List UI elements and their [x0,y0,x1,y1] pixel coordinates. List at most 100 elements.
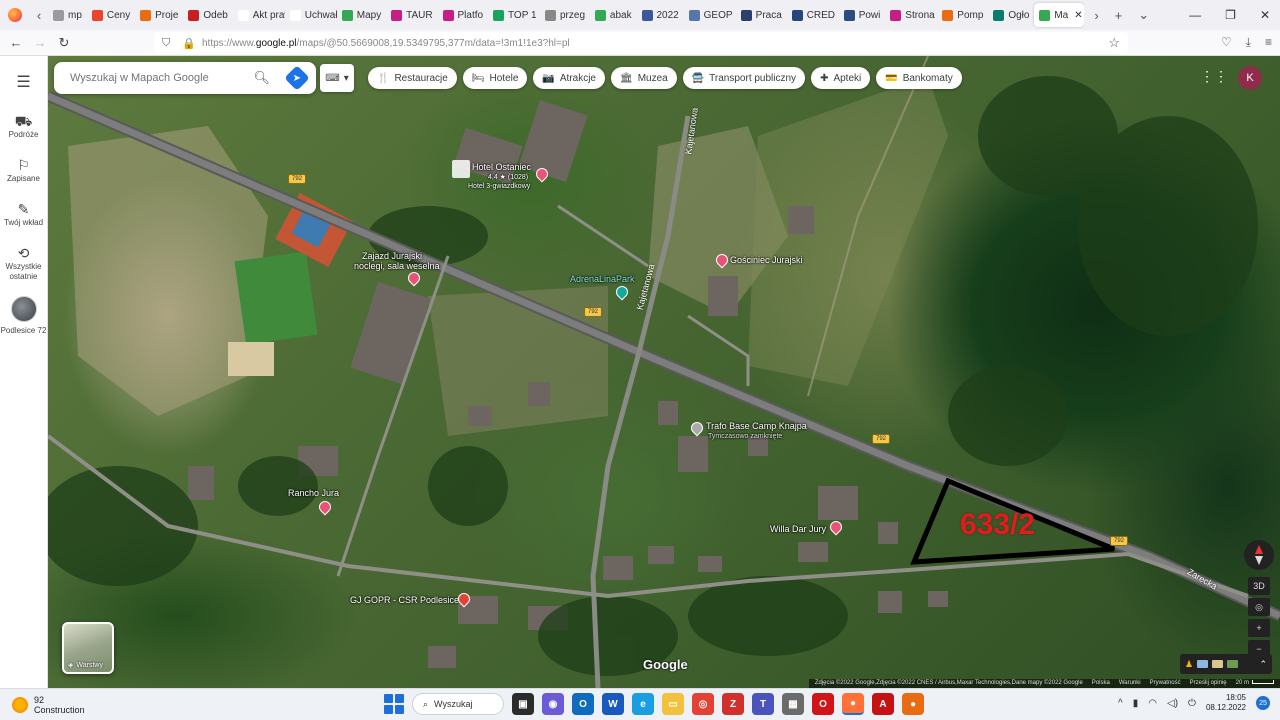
rail-item-contribute[interactable]: ✎ Twój wkład [1,202,47,228]
pegman-icon[interactable]: ♟ [1185,659,1193,670]
browser-tab[interactable]: Ceny [87,3,135,27]
url-bar[interactable]: ⛉ 🔒 https://www. google.pl/maps/@50.56690… [154,32,1128,54]
browser-tab[interactable]: Akt prawn [233,3,285,27]
teams-chat-icon[interactable]: ◉ [542,693,564,715]
new-tab-button[interactable]: + [1115,8,1123,23]
place-gosciniec-jurajski[interactable]: Gościniec Jurajski [730,255,803,265]
app-menu-icon[interactable]: ≡ [1265,35,1272,50]
zoom-in-button[interactable]: + [1248,619,1270,637]
scale-indicator[interactable]: 20 m [1236,679,1274,688]
compass-icon[interactable] [1244,540,1274,570]
bookmark-star-icon[interactable]: ☆ [1108,35,1120,51]
chip-hotele[interactable]: 🛏 Hotele [462,67,528,89]
place-hotel-ostaniec[interactable]: Hotel Ostaniec [472,162,531,172]
rail-item-car[interactable]: ⛟ Podróże [1,114,47,140]
windows-start-icon[interactable] [384,694,404,714]
pocket-icon[interactable]: ♡ [1221,35,1232,50]
outlook-icon[interactable]: O [572,693,594,715]
volume-icon[interactable]: ◁) [1167,698,1178,709]
tray-overflow-icon[interactable]: ^ [1118,698,1123,709]
place-rancho-jura[interactable]: Rancho Jura [288,488,339,498]
recent-place-podlesice[interactable]: Podlesice 72 [1,296,47,336]
browser-tab[interactable]: Proje [135,3,183,27]
layers-button[interactable]: ◈ Warstwy [62,622,114,674]
rail-item-bookmark[interactable]: ⚐ Zapisane [1,158,47,184]
minimize-window-icon[interactable]: — [1189,8,1201,22]
imagery-thumb[interactable] [1227,660,1239,668]
browser-tab[interactable]: Mapy [337,3,386,27]
browser-tab[interactable]: Uchwała [285,3,337,27]
expand-icon[interactable]: ⌃ [1259,659,1267,670]
chip-bankomaty[interactable]: 💳 Bankomaty [876,67,962,89]
battery-icon[interactable]: ▮ [1133,698,1139,709]
attribution-link[interactable]: Prywatność [1150,679,1181,688]
chip-apteki[interactable]: ✚ Apteki [811,67,871,89]
hotel-photo-thumbnail[interactable] [452,160,470,178]
teams-icon[interactable]: T [752,693,774,715]
browser-tab[interactable]: Ogło [988,3,1034,27]
restore-window-icon[interactable]: ❐ [1225,8,1236,22]
chrome-icon[interactable]: ◎ [692,693,714,715]
edge-icon[interactable]: e [632,693,654,715]
imagery-thumb[interactable] [1197,660,1209,668]
tracking-shield-icon[interactable]: ⛉ [162,37,176,50]
menu-icon[interactable]: ☰ [16,72,30,92]
imagery-strip[interactable]: ♟ ⌃ [1180,654,1272,674]
browser-tab[interactable]: GEOP [684,3,736,27]
3d-toggle-button[interactable]: 3D [1248,577,1270,595]
attribution-link[interactable]: Prześlij opinię [1190,679,1227,688]
browser-tab[interactable]: mp [48,3,87,27]
search-icon[interactable]: 🔍︎ [253,70,270,86]
chip-muzea[interactable]: 🏛 Muzea [611,67,677,89]
browser-tab[interactable]: Odeb [183,3,232,27]
browser-tab[interactable]: abak [590,3,637,27]
back-arrow-icon[interactable]: ← [4,35,28,50]
browser-tab[interactable]: Ma ✕ [1034,3,1085,27]
chip-transport-publiczny[interactable]: 🚍 Transport publiczny [682,67,806,89]
tab-scroll-right-icon[interactable]: › [1094,8,1098,23]
browser-tab[interactable]: Praca [736,3,787,27]
firefox-alt-icon[interactable]: ● [902,693,924,715]
place-willa-dar-jury[interactable]: Willa Dar Jury [770,524,826,534]
lock-icon[interactable]: 🔒 [182,37,196,50]
search-input[interactable] [70,72,240,84]
notifications-badge[interactable]: 25 [1256,696,1270,710]
list-all-tabs-icon[interactable]: ⌄ [1138,7,1149,23]
browser-tab[interactable]: 2022 [637,3,684,27]
satellite-map[interactable]: 🔍︎ ➤ ⌨▾ 🍴 Restauracje 🛏 Hotele 📷 Atrakcje 🏛 Muz… [48,56,1280,688]
reload-icon[interactable]: ↻ [52,35,76,51]
calculator-icon[interactable]: ▦ [782,693,804,715]
chip-restauracje[interactable]: 🍴 Restauracje [368,67,457,89]
browser-tab[interactable]: TOP 1 [488,3,540,27]
place-adrenalinapark[interactable]: AdrenaLinaPark [570,274,635,284]
google-apps-icon[interactable]: ⋮⋮ [1200,68,1228,85]
tab-scroll-left-icon[interactable]: ‹ [30,8,48,23]
search-box[interactable]: 🔍︎ ➤ [54,62,316,94]
wifi-icon[interactable]: ◠ [1148,698,1157,709]
chip-atrakcje[interactable]: 📷 Atrakcje [533,67,605,89]
taskbar-search[interactable]: ⌕ Wyszukaj [412,693,504,715]
filezilla-icon[interactable]: Z [722,693,744,715]
firefox-icon[interactable]: ● [842,693,864,715]
file-explorer-icon[interactable]: ▭ [662,693,684,715]
browser-tab[interactable]: Powi [839,3,886,27]
downloads-icon[interactable]: ⤓ [1246,35,1251,50]
close-window-icon[interactable]: ✕ [1260,8,1270,22]
place-trafo-base-camp[interactable]: Trafo Base Camp Knajpa [706,421,807,431]
browser-tab[interactable]: Platfo [438,3,488,27]
input-tools-button[interactable]: ⌨ ▾ [320,64,354,92]
close-tab-icon[interactable]: ✕ [1074,10,1082,21]
forward-arrow-icon[interactable]: → [28,35,52,50]
browser-tab[interactable]: Strona [885,3,937,27]
rail-item-history[interactable]: ⟲ Wszystkie ostatnie [1,246,47,282]
my-location-icon[interactable]: ◎ [1248,598,1270,616]
opera-icon[interactable]: O [812,693,834,715]
clock[interactable]: 18:05 08.12.2022 [1206,693,1246,713]
browser-tab[interactable]: przeg [540,3,590,27]
place-gopr-podlesice[interactable]: GJ GOPR - CSR Podlesice [350,595,459,605]
attribution-link[interactable]: Polska [1092,679,1110,688]
browser-tab[interactable]: Pomp [937,3,988,27]
attribution-link[interactable]: Warunki [1119,679,1141,688]
directions-icon[interactable]: ➤ [284,65,310,91]
power-icon[interactable]: ⏻ [1188,698,1196,709]
